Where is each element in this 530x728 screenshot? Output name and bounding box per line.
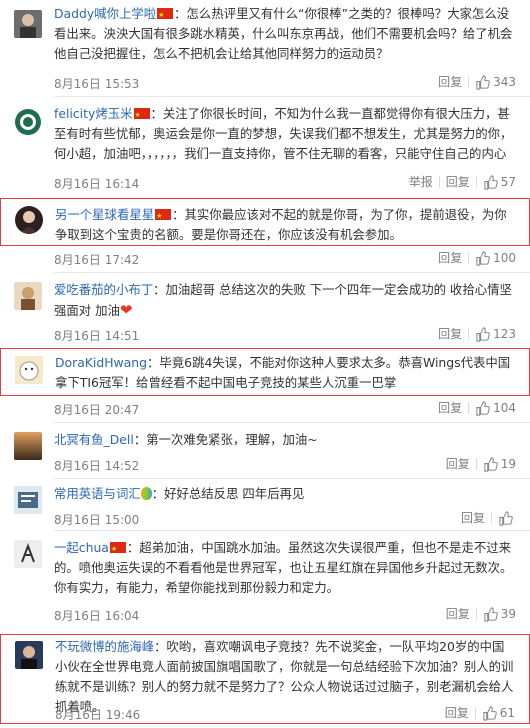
comment-time: 8月16日 16:04 — [54, 609, 140, 623]
reply-button[interactable]: 回复 — [432, 72, 468, 92]
like-count: 61 — [499, 706, 515, 720]
username-link[interactable]: felicity烤玉米 — [54, 106, 133, 121]
thumbs-up-icon — [483, 705, 497, 721]
like-count: 19 — [500, 457, 516, 471]
avatar[interactable] — [14, 282, 42, 310]
comment-time: 8月16日 20:47 — [54, 403, 140, 417]
like-count: 123 — [493, 327, 516, 341]
avatar[interactable] — [14, 108, 42, 136]
comment-meta-row: 8月16日 20:47 回复 104 — [0, 398, 530, 423]
comment-time: 8月16日 16:14 — [54, 177, 140, 191]
comment-item-highlighted: 不玩微博的施海峰：吹哟，喜欢嘲讽电子竞技？先不说奖金，一队平均20岁的中国小伙在… — [0, 634, 530, 724]
china-flag-icon — [109, 539, 126, 559]
reply-button[interactable]: 回复 — [432, 248, 468, 268]
username-link[interactable]: 另一个星球看星星 — [55, 207, 154, 222]
like-button[interactable]: 104 — [469, 398, 516, 418]
username-link[interactable]: DoraKidHwang — [55, 355, 147, 370]
comment-item: 爱吃番茄的小布丁：加油超哥 总结这次的失败 下一个四年一定会成功的 收拾心情坚强… — [0, 280, 530, 346]
like-count: 104 — [493, 401, 516, 415]
username-link[interactable]: 北冥有鱼_Dell — [54, 432, 134, 447]
report-button[interactable]: 举报 — [403, 172, 439, 192]
like-count: 57 — [500, 175, 516, 189]
username-link[interactable]: 常用英语与词汇 — [54, 486, 141, 501]
divider — [54, 478, 530, 479]
like-count: 100 — [493, 251, 516, 265]
comment-item: Daddy喊你上学啦：怎么热评里又有什么“你很棒”之类的？很棒吗？大家怎么没看出… — [0, 4, 530, 97]
comment-item: 北冥有鱼_Dell：第一次难免紧张，理解，加油~ 8月16日 14:52 回复 … — [0, 430, 530, 479]
comment-text: ：第一次难免紧张，理解，加油~ — [133, 432, 318, 447]
comment-text: ：好好总结反思 四年后再见 — [151, 486, 305, 501]
comment-item-highlighted: DoraKidHwang：毕竟6跳4失误，不能对你这种人要求太多。恭喜Wings… — [0, 348, 530, 396]
username-link[interactable]: Daddy喊你上学啦 — [54, 6, 156, 21]
like-button[interactable] — [492, 510, 516, 526]
comment-item: 常用英语与词汇 ：好好总结反思 四年后再见 8月16日 15:00 回复 — [0, 484, 530, 531]
comment-meta-row: 8月16日 17:42 回复 100 — [0, 248, 530, 273]
comment-item: felicity烤玉米：关注了你很长时间，不知为什么我一直都觉得你有很大压力，甚… — [0, 104, 530, 196]
comment-time: 8月16日 14:51 — [54, 329, 140, 343]
comment-item-highlighted: 另一个星球看星星：其实你最应该对不起的就是你哥，为了你，提前退役，为你争取到这个… — [0, 198, 530, 246]
comment-time: 8月16日 14:52 — [54, 459, 140, 473]
avatar[interactable] — [14, 486, 42, 514]
china-flag-icon — [133, 105, 150, 125]
thumbs-up-icon — [484, 456, 498, 472]
heart-icon: ❤ — [119, 301, 133, 319]
thumbs-up-icon — [476, 250, 490, 266]
china-flag-icon — [155, 206, 172, 226]
reply-button[interactable]: 回复 — [440, 172, 476, 192]
avatar[interactable] — [15, 356, 43, 384]
divider — [54, 96, 530, 97]
comment-time: 8月16日 15:00 — [54, 513, 140, 527]
reply-button[interactable]: 回复 — [455, 508, 491, 528]
like-button[interactable]: 343 — [469, 72, 516, 92]
comment-time: 8月16日 19:46 — [55, 708, 141, 722]
comment-item: 一起chua：超弟加油，中国跳水加油。虽然这次失误很严重，但也不是走不过来的。喷… — [0, 538, 530, 630]
comment-time: 8月16日 15:53 — [54, 77, 140, 91]
username-link[interactable]: 爱吃番茄的小布丁 — [54, 282, 153, 297]
like-count: 39 — [500, 607, 516, 621]
thumbs-up-icon — [476, 74, 490, 90]
avatar[interactable] — [15, 206, 43, 234]
china-flag-icon — [157, 5, 174, 25]
reply-button[interactable]: 回复 — [432, 398, 468, 418]
avatar[interactable] — [14, 10, 42, 38]
reply-button[interactable]: 回复 — [432, 324, 468, 344]
avatar[interactable] — [14, 540, 42, 568]
like-count: 343 — [493, 75, 516, 89]
avatar[interactable] — [15, 641, 43, 669]
username-link[interactable]: 一起chua — [54, 540, 109, 555]
reply-button[interactable]: 回复 — [440, 454, 476, 474]
username-link[interactable]: 不玩微博的施海峰 — [55, 639, 154, 654]
thumbs-up-icon — [476, 326, 490, 342]
divider — [54, 272, 530, 273]
balloon-icon — [140, 487, 152, 500]
divider — [54, 422, 530, 423]
comment-time: 8月16日 17:42 — [54, 253, 140, 267]
like-button[interactable]: 39 — [477, 604, 516, 624]
avatar[interactable] — [14, 432, 42, 460]
thumbs-up-icon — [476, 400, 490, 416]
thumbs-up-icon — [499, 510, 513, 526]
thumbs-up-icon — [484, 174, 498, 190]
like-button[interactable]: 123 — [469, 324, 516, 344]
thumbs-up-icon — [484, 606, 498, 622]
reply-button[interactable]: 回复 — [440, 604, 476, 624]
like-button[interactable]: 57 — [477, 172, 516, 192]
like-button[interactable]: 100 — [469, 248, 516, 268]
reply-button[interactable]: 回复 — [439, 703, 475, 723]
like-button[interactable]: 19 — [477, 454, 516, 474]
like-button[interactable]: 61 — [476, 703, 515, 723]
divider — [54, 530, 530, 531]
